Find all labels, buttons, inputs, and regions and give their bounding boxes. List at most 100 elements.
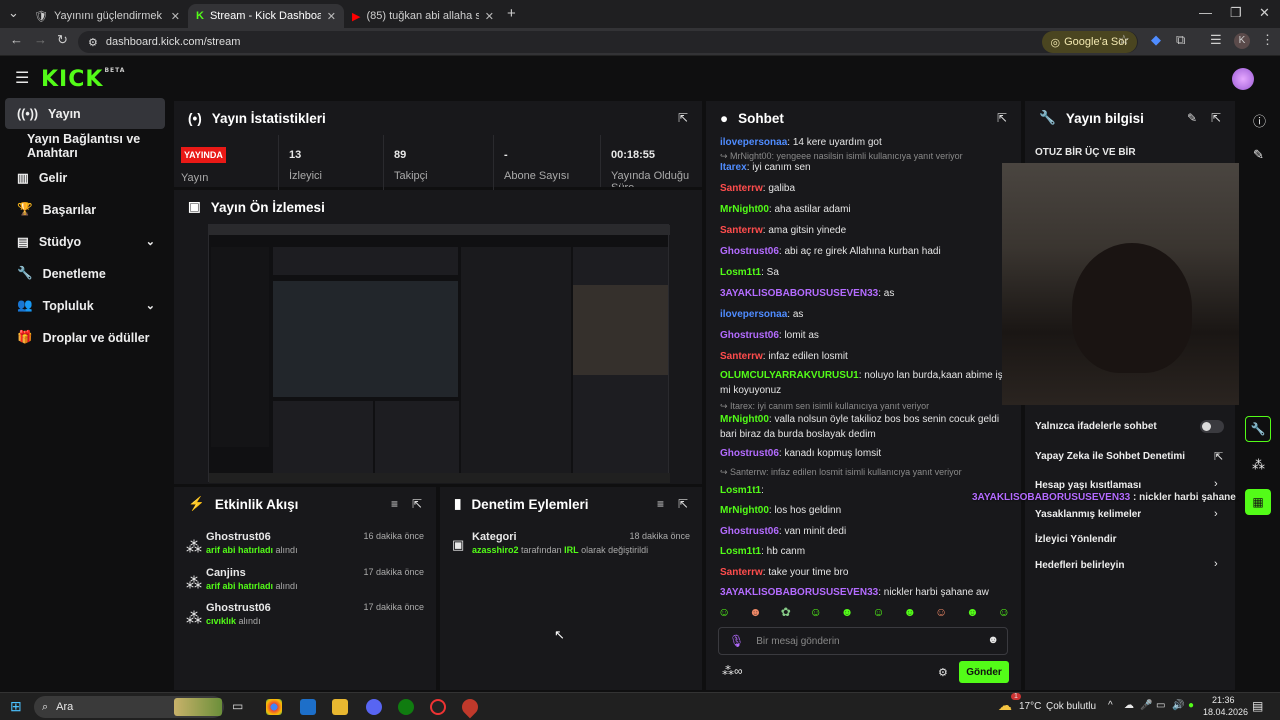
reload-icon[interactable]: ↻ <box>57 32 68 48</box>
emote-icon[interactable]: ☺ <box>872 605 884 625</box>
emote-icon[interactable]: ☺ <box>998 605 1010 625</box>
chat-message[interactable]: 3AYAKLISOBABORUSUSEVEN33: as <box>720 286 1010 301</box>
bookmark-star-icon[interactable]: ☆ <box>1118 32 1130 48</box>
send-button[interactable]: Gönder <box>959 661 1009 683</box>
chat-username[interactable]: 3AYAKLISOBABORUSUSEVEN33 <box>720 288 878 299</box>
emote-icon[interactable]: ☻ <box>966 605 979 625</box>
external-link-icon[interactable]: ⇱ <box>1214 450 1223 463</box>
settings-gear-icon[interactable]: ⚙ <box>938 666 948 679</box>
emote-icon[interactable]: ☺ <box>718 605 730 625</box>
windows-start-icon[interactable]: ⊞ <box>10 698 22 715</box>
taskbar-search[interactable]: ⌕ Ara <box>34 696 224 718</box>
chat-message[interactable]: Ghostrust06: kanadı kopmuş lomsit <box>720 446 1010 461</box>
popout-icon[interactable]: ⇱ <box>412 497 422 511</box>
chat-username[interactable]: Losm1t1 <box>720 546 761 557</box>
popout-icon[interactable]: ⇱ <box>997 111 1007 125</box>
chat-message[interactable]: 3AYAKLISOBABORUSUSEVEN33: nickler harbi … <box>720 585 1010 600</box>
chat-username[interactable]: Ghostrust06 <box>720 330 779 341</box>
close-window-icon[interactable]: ✕ <box>1259 5 1270 21</box>
chat-message[interactable]: Ghostrust06: abi aç re girek Allahına ku… <box>720 244 1010 259</box>
sidebar-item-gelir[interactable]: ▥ Gelir <box>5 162 165 193</box>
emote-only-toggle[interactable] <box>1200 420 1224 433</box>
chat-reply-context[interactable]: ↪ Santerrw: infaz edilen losmit isimli k… <box>720 465 1010 480</box>
url-field[interactable]: ⚙ dashboard.kick.com/stream ◎ Google'a S… <box>78 31 1138 53</box>
chat-username[interactable]: MrNight00 <box>720 414 769 425</box>
volume-icon[interactable]: 🔊 <box>1172 700 1184 711</box>
sidebar-item-droplar[interactable]: 🎁 Droplar ve ödüller <box>5 322 165 353</box>
close-tab-icon[interactable]: ✕ <box>171 10 180 23</box>
chat-message[interactable]: MrNight00: valla nolsun öyle takilioz bo… <box>720 412 1010 442</box>
edit-pencil-icon[interactable]: ✎ <box>1253 147 1264 163</box>
microphone-icon[interactable]: 🎙 <box>729 634 744 648</box>
tray-chevron-icon[interactable]: ^ <box>1108 700 1113 711</box>
filter-icon[interactable]: ≡ <box>657 497 664 511</box>
emote-icon[interactable]: ☺ <box>935 605 947 625</box>
chat-message[interactable]: Santerrw: ama gitsin yinede <box>720 223 1010 238</box>
task-view-icon[interactable]: ▭ <box>232 699 248 715</box>
chat-input[interactable]: 🎙 Bir mesaj gönderin ☻ <box>718 627 1008 655</box>
emote-icon[interactable]: ☺ <box>810 605 822 625</box>
clapper-icon[interactable]: ▦ <box>1245 489 1271 515</box>
preview-video[interactable] <box>208 224 670 483</box>
chat-username[interactable]: Santerrw <box>720 567 763 578</box>
chat-message[interactable]: Losm1t1: Sa <box>720 265 1010 280</box>
raid-row[interactable]: İzleyici Yönlendir <box>1035 534 1117 545</box>
sidebar-item-yayin[interactable]: ((•)) Yayın <box>5 98 165 129</box>
chat-username[interactable]: Santerrw <box>720 183 763 194</box>
popout-icon[interactable]: ⇱ <box>678 111 688 125</box>
cloud-icon[interactable]: ☁ <box>1124 700 1134 711</box>
xbox-icon[interactable] <box>398 699 414 715</box>
moderation-tool-icon[interactable]: 🔧 <box>1245 416 1271 442</box>
chat-username[interactable]: Itarex <box>720 162 747 173</box>
close-tab-icon[interactable]: ✕ <box>485 10 494 23</box>
site-info-icon[interactable]: ⚙ <box>88 36 98 49</box>
profile-avatar[interactable]: K <box>1234 33 1250 49</box>
folder-icon[interactable] <box>332 699 348 715</box>
hamburger-menu-icon[interactable]: ☰ <box>15 68 29 88</box>
points-icon[interactable]: ⁂ <box>1252 457 1265 473</box>
kick-tray-icon[interactable]: ● <box>1188 700 1194 711</box>
browser-tab-1[interactable]: 🛡 Yayınını güçlendirmek için en iyi ✕ <box>26 4 188 28</box>
chat-message[interactable]: Ghostrust06: lomit as <box>720 328 1010 343</box>
emote-icon[interactable]: ☻ <box>841 605 854 625</box>
discord-icon[interactable] <box>366 699 382 715</box>
minimize-icon[interactable]: — <box>1199 5 1212 20</box>
chat-message[interactable]: Santerrw: infaz edilen losmit <box>720 349 1010 364</box>
chat-username[interactable]: MrNight00 <box>720 505 769 516</box>
info-icon[interactable]: ⓘ <box>1253 111 1266 130</box>
chat-username[interactable]: Ghostrust06 <box>720 526 779 537</box>
chat-message[interactable]: MrNight00: los hos geldinn <box>720 503 1010 518</box>
chat-message[interactable]: ilovepersonaa: 14 kere uyardım got <box>720 135 1010 150</box>
chat-username[interactable]: OLUMCULYARRAKVURUSU1 <box>720 370 859 381</box>
chat-username[interactable]: Santerrw <box>720 225 763 236</box>
app-icon[interactable] <box>300 699 316 715</box>
chevron-right-icon[interactable]: › <box>1214 478 1218 490</box>
filter-icon[interactable]: ≡ <box>391 497 398 511</box>
menu-dots-icon[interactable]: ⋮ <box>1261 32 1274 48</box>
user-avatar[interactable] <box>1232 68 1254 90</box>
points-icon[interactable]: ⁂∞ <box>722 664 743 678</box>
chat-message[interactable]: OLUMCULYARRAKVURUSU1: noluyo lan burda,k… <box>720 368 1010 398</box>
sidebar-item-stream-key[interactable]: Yayın Bağlantısı ve Anahtarı <box>5 130 170 161</box>
emote-icon[interactable]: ☻ <box>903 605 916 625</box>
chat-message[interactable]: Itarex: iyi canım sen <box>720 160 1010 175</box>
chat-message[interactable]: Losm1t1: hb canm <box>720 544 1010 559</box>
clock-time[interactable]: 21:36 <box>1212 695 1235 705</box>
chevron-right-icon[interactable]: › <box>1214 558 1218 570</box>
forward-icon[interactable]: → <box>34 32 47 47</box>
sidebar-item-basarilar[interactable]: 🏆 Başarılar <box>5 194 165 225</box>
chat-message[interactable]: Santerrw: take your time bro <box>720 565 1010 580</box>
popout-icon[interactable]: ⇱ <box>1211 111 1221 125</box>
kick-logo[interactable]: KICKBETA <box>41 67 125 92</box>
edit-pencil-icon[interactable]: ✎ <box>1187 111 1197 125</box>
clock-date[interactable]: 18.04.2026 <box>1203 707 1248 717</box>
chat-message[interactable]: Santerrw: galiba <box>720 181 1010 196</box>
chat-username[interactable]: Ghostrust06 <box>720 448 779 459</box>
maximize-icon[interactable]: ❐ <box>1230 5 1242 21</box>
chat-message[interactable]: ilovepersonaa: as <box>720 307 1010 322</box>
popout-icon[interactable]: ⇱ <box>678 497 688 511</box>
banned-words-row[interactable]: Yasaklanmış kelimeler <box>1035 509 1141 520</box>
chevron-right-icon[interactable]: › <box>1214 508 1218 520</box>
emote-icon[interactable]: ☻ <box>749 605 762 625</box>
obs-icon[interactable] <box>430 699 446 715</box>
